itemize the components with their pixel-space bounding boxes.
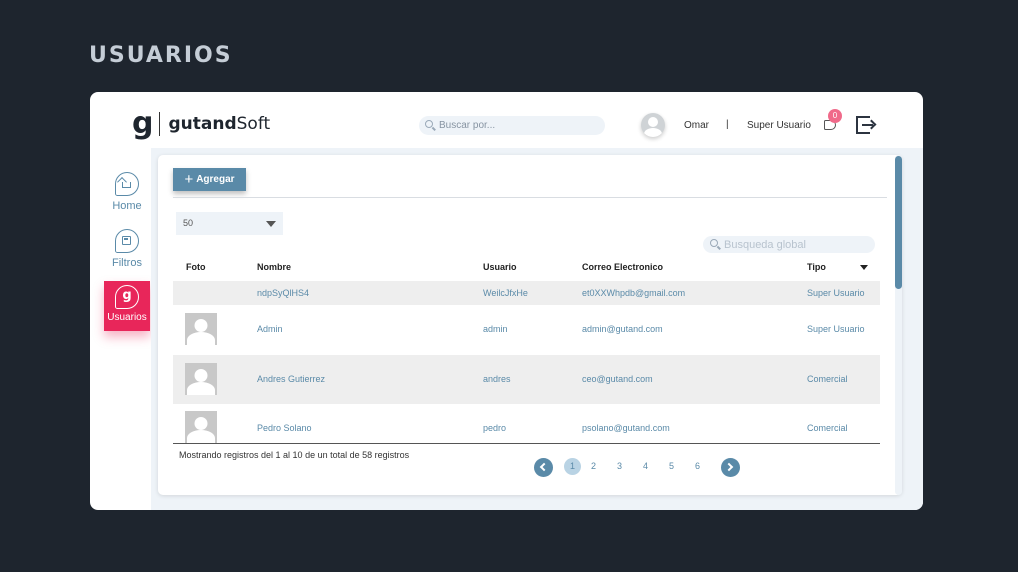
logo-divider [159,112,161,136]
cell-correo: admin@gutand.com [582,324,663,334]
column-header-tipo[interactable]: Tipo [807,262,826,272]
user-photo-placeholder [185,411,217,443]
page-5[interactable]: 5 [663,458,680,475]
search-icon [710,239,721,250]
page-heading: USUARIOS [89,43,233,68]
user-photo-placeholder [185,363,217,395]
chevron-right-icon [724,462,734,472]
column-header-foto[interactable]: Foto [186,262,206,272]
page-1[interactable]: 1 [564,458,581,475]
chevron-left-icon [539,462,549,472]
page-2[interactable]: 2 [585,458,602,475]
logout-icon[interactable] [856,116,877,134]
user-name[interactable]: Omar [684,120,709,131]
add-user-button[interactable]: + Agregar [173,168,246,191]
cell-usuario: pedro [483,423,507,433]
user-avatar[interactable] [641,113,665,137]
next-page-button[interactable] [721,458,740,477]
brand-name-rest: Soft [236,114,271,134]
cell-correo: et0XXWhpdb@gmail.com [582,288,686,298]
cell-usuario: andres [483,374,511,384]
sort-desc-icon[interactable] [860,265,868,270]
brand-name-bold: gutand [168,114,237,134]
chevron-down-icon [266,221,276,227]
sidebar-item-label: Home [112,200,142,212]
header-separator: | [726,119,729,130]
notification-badge: 0 [828,109,842,123]
column-header-nombre[interactable]: Nombre [257,262,291,272]
brand-name: gutandSoft [168,114,270,134]
global-search-input[interactable] [724,238,874,251]
plus-icon: + [184,171,194,188]
cell-tipo: Super Usuario [807,324,865,334]
column-header-correo[interactable]: Correo Electronico [582,262,663,272]
table-row[interactable]: ndpSyQlHS4 WeilcJfxHe et0XXWhpdb@gmail.c… [173,281,880,305]
header-search[interactable] [419,116,605,135]
user-role: Super Usuario [747,120,811,131]
cell-tipo: Super Usuario [807,288,865,298]
cell-correo: psolano@gutand.com [582,423,670,433]
page-4[interactable]: 4 [637,458,654,475]
add-button-label: Agregar [196,174,235,185]
cell-nombre: Admin [257,324,283,334]
cell-correo: ceo@gutand.com [582,374,653,384]
gutand-g-icon: g [115,285,139,309]
sidebar-item-label: Usuarios [107,312,147,323]
table-row[interactable]: Andres Gutierrez andres ceo@gutand.com C… [173,355,880,404]
cell-usuario: admin [483,324,508,334]
pagination-info: Mostrando registros del 1 al 10 de un to… [179,450,410,460]
header-search-input[interactable] [439,120,589,131]
sidebar-item-filtros[interactable]: Filtros [104,225,150,275]
home-icon [115,172,139,196]
brand-logo[interactable]: g gutandSoft [132,106,270,141]
page-6[interactable]: 6 [689,458,706,475]
cell-usuario: WeilcJfxHe [483,288,528,298]
sidebar-item-label: Filtros [112,257,142,269]
cell-tipo: Comercial [807,423,848,433]
scrollbar-thumb[interactable] [895,156,902,289]
table-row[interactable]: Pedro Solano pedro psolano@gutand.com Co… [173,404,880,443]
global-search[interactable] [703,236,875,253]
table-row[interactable]: Admin admin admin@gutand.com Super Usuar… [173,305,880,355]
icon-letter: g [122,288,132,303]
app-window: g gutandSoft Omar | Super Usuario 0 Home… [90,92,923,510]
sidebar-item-usuarios[interactable]: g Usuarios [104,281,150,331]
user-photo-placeholder [185,313,217,345]
logo-letter: g [132,106,154,141]
divider [173,197,887,198]
sidebar-item-home[interactable]: Home [104,168,150,218]
cell-tipo: Comercial [807,374,848,384]
users-card: + Agregar 50 Foto Nombre Usuario Correo … [158,155,902,495]
cell-nombre: Pedro Solano [257,423,312,433]
page-3[interactable]: 3 [611,458,628,475]
page-size-select[interactable]: 50 [176,212,283,235]
calculator-icon [115,229,139,253]
column-header-usuario[interactable]: Usuario [483,262,517,272]
top-bar: g gutandSoft Omar | Super Usuario 0 [90,92,923,150]
prev-page-button[interactable] [534,458,553,477]
table-bottom-border [173,443,880,444]
cell-nombre: Andres Gutierrez [257,374,326,384]
search-icon [425,120,436,131]
page-size-value: 50 [183,218,194,228]
cell-nombre: ndpSyQlHS4 [257,288,310,298]
